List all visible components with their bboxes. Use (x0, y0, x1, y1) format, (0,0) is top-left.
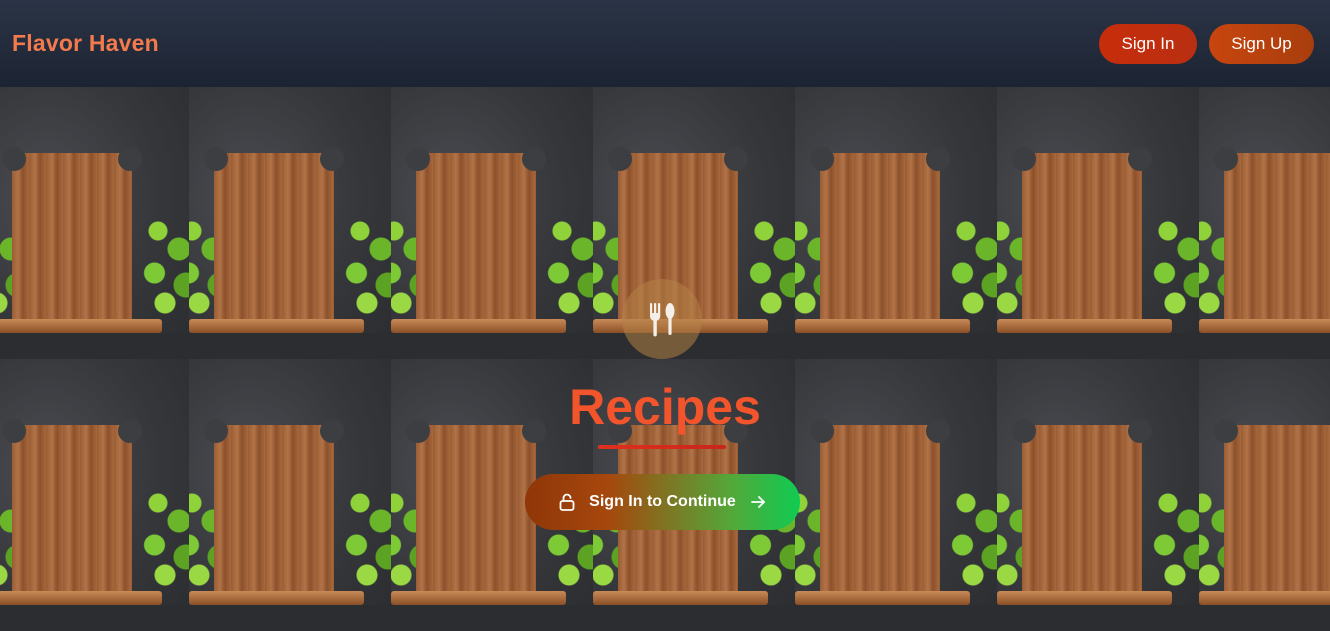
cutting-board (810, 419, 950, 595)
board-tray (795, 591, 970, 605)
counter-surface (997, 333, 1199, 359)
cutting-board (2, 419, 142, 595)
background-tile (391, 87, 593, 359)
background-tile (189, 87, 391, 359)
herb-leaves (945, 479, 997, 599)
board-tray (1199, 319, 1330, 333)
board-tray (391, 319, 566, 333)
sign-in-button[interactable]: Sign In (1099, 23, 1197, 64)
auth-buttons: Sign In Sign Up (1099, 23, 1314, 64)
board-tray (997, 319, 1172, 333)
herb-leaves (137, 479, 189, 599)
board-tray (189, 319, 364, 333)
counter-surface (795, 605, 997, 631)
cutting-board (406, 147, 546, 323)
herb-leaves (339, 207, 391, 327)
counter-surface (0, 605, 189, 631)
herb-leaves (137, 207, 189, 327)
background-tile (997, 87, 1199, 359)
cta-label: Sign In to Continue (589, 493, 736, 510)
herb-leaves (743, 207, 795, 327)
cutting-board (1214, 147, 1330, 323)
sign-in-to-continue-button[interactable]: Sign In to Continue (525, 474, 800, 530)
title-underline (598, 445, 726, 449)
herb-leaves (1147, 479, 1199, 599)
cutting-board (204, 419, 344, 595)
board-tray (593, 591, 768, 605)
cutting-board (810, 147, 950, 323)
counter-surface (189, 333, 391, 359)
site-header: Flavor Haven Sign In Sign Up (0, 0, 1330, 87)
board-tray (795, 319, 970, 333)
counter-surface (189, 605, 391, 631)
utensils-icon (622, 279, 702, 359)
herb-leaves (339, 479, 391, 599)
cutting-board (2, 147, 142, 323)
cutting-board (1214, 419, 1330, 595)
cutting-board (406, 419, 546, 595)
herb-leaves (541, 207, 593, 327)
counter-surface (997, 605, 1199, 631)
background-tile (795, 87, 997, 359)
arrow-right-icon (750, 496, 765, 508)
counter-surface (391, 333, 593, 359)
counter-surface (1199, 605, 1330, 631)
cutting-board (1012, 147, 1152, 323)
sign-up-button[interactable]: Sign Up (1209, 23, 1314, 64)
herb-leaves (945, 207, 997, 327)
counter-surface (593, 605, 795, 631)
counter-surface (1199, 333, 1330, 359)
counter-surface (0, 333, 189, 359)
board-tray (391, 591, 566, 605)
cutting-board (204, 147, 344, 323)
cutting-board (1012, 419, 1152, 595)
board-tray (997, 591, 1172, 605)
counter-surface (795, 333, 997, 359)
herb-leaves (1147, 207, 1199, 327)
board-tray (189, 591, 364, 605)
page-title: Recipes (569, 379, 761, 435)
background-image (0, 87, 1330, 631)
background-tile (1199, 87, 1330, 359)
background-tile (0, 87, 189, 359)
brand-logo[interactable]: Flavor Haven (12, 30, 159, 57)
counter-surface (391, 605, 593, 631)
lock-icon (559, 493, 575, 511)
board-tray (1199, 591, 1330, 605)
